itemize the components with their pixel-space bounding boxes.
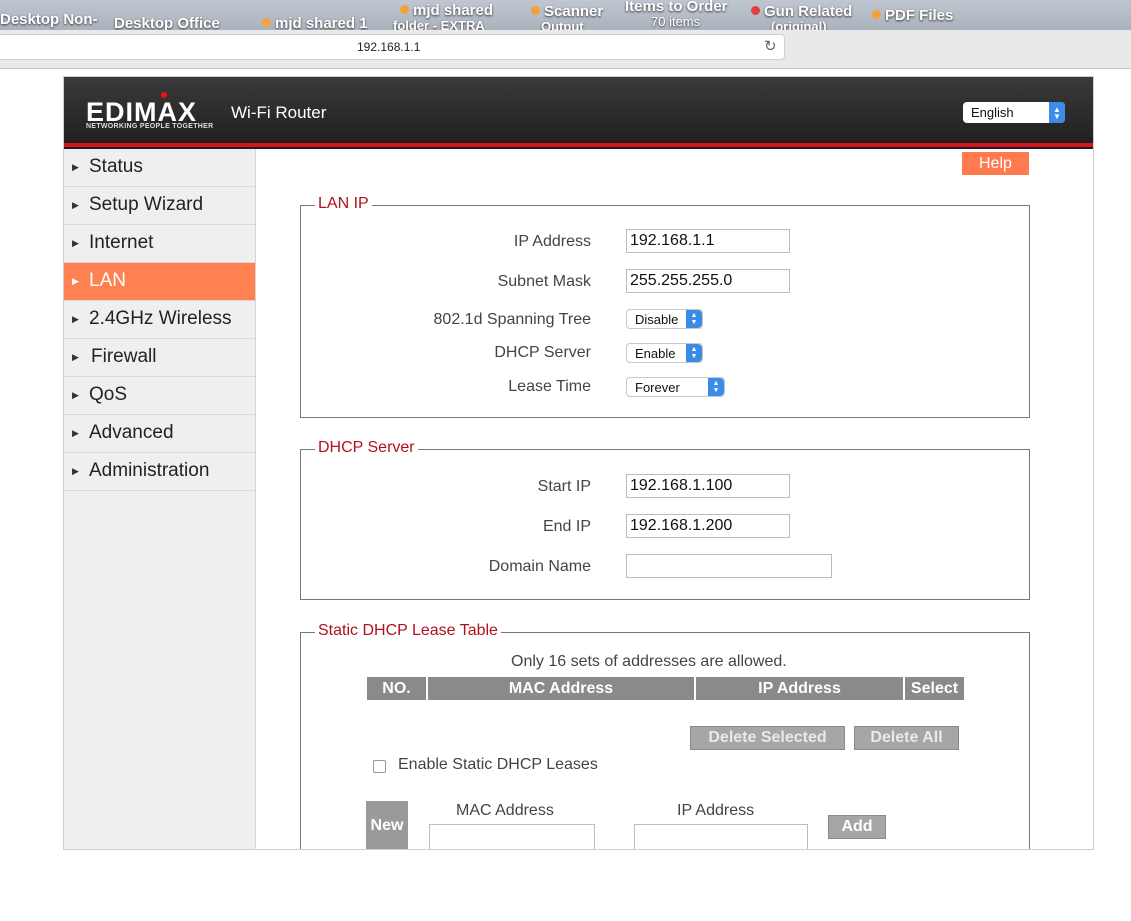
end-ip-label: End IP	[542, 518, 591, 535]
spanning-tree-label: 802.1d Spanning Tree	[433, 311, 591, 328]
static-dhcp-legend: Static DHCP Lease Table	[315, 622, 501, 640]
dhcp-server-select[interactable]: Enable ▲ ▼	[626, 343, 703, 363]
ip-address-label: IP Address	[513, 233, 591, 250]
spanning-tree-select[interactable]: Disable ▲ ▼	[626, 309, 703, 329]
sidebar-item-wireless[interactable]: ▶ 2.4GHz Wireless	[64, 301, 255, 339]
folder-dot-icon	[262, 18, 271, 27]
delete-all-button[interactable]: Delete All	[854, 726, 959, 750]
lease-limit-note: Only 16 sets of addresses are allowed.	[511, 653, 787, 670]
url-text: 192.168.1.1	[357, 40, 421, 54]
triangle-right-icon: ▶	[72, 466, 79, 476]
bookmark-scanner-output[interactable]: Scanner Output	[531, 4, 603, 30]
sidebar-item-status[interactable]: ▶ Status	[64, 149, 255, 187]
bookmark-mjd-shared-1[interactable]: mjd shared 1	[262, 16, 368, 30]
chevron-updown-icon: ▲ ▼	[686, 344, 702, 362]
triangle-right-icon: ▶	[72, 276, 79, 286]
lease-time-select[interactable]: Forever ▲ ▼	[626, 377, 725, 397]
folder-dot-icon	[400, 5, 409, 14]
start-ip-input[interactable]	[626, 474, 790, 498]
header-divider	[64, 143, 1093, 147]
ip-address-input[interactable]	[626, 229, 790, 253]
triangle-right-icon: ▶	[72, 314, 79, 324]
column-ip-address: IP Address	[696, 677, 904, 700]
bookmark-desktop-non[interactable]: Desktop Non-	[0, 12, 98, 27]
new-mac-address-input[interactable]	[429, 824, 595, 849]
subnet-mask-input[interactable]	[626, 269, 790, 293]
bookmark-mjd-shared-extra[interactable]: mjd shared folder - EXTRA	[393, 3, 493, 30]
product-title: Wi-Fi Router	[231, 103, 327, 122]
end-ip-input[interactable]	[626, 514, 790, 538]
sidebar-item-qos[interactable]: ▶ QoS	[64, 377, 255, 415]
router-page: EDIMAX NETWORKING PEOPLE TOGETHER Wi-Fi …	[63, 76, 1094, 850]
chevron-updown-icon: ▲ ▼	[1049, 102, 1065, 123]
triangle-right-icon: ▶	[72, 428, 79, 438]
reload-icon[interactable]: ↻	[764, 37, 777, 55]
folder-dot-icon	[751, 6, 760, 15]
enable-static-leases-label: Enable Static DHCP Leases	[398, 756, 598, 773]
new-ip-address-input[interactable]	[634, 824, 808, 849]
lan-ip-section: LAN IP IP Address Subnet Mask 802.1d Spa…	[300, 195, 1030, 418]
help-button[interactable]: Help	[962, 152, 1029, 175]
static-dhcp-section: Static DHCP Lease Table Only 16 sets of …	[300, 622, 1030, 849]
new-entry-label: New	[366, 801, 408, 849]
lease-time-label: Lease Time	[508, 378, 591, 395]
start-ip-label: Start IP	[537, 478, 591, 495]
delete-selected-button[interactable]: Delete Selected	[690, 726, 845, 750]
bookmark-desktop-office[interactable]: Desktop Office	[114, 16, 220, 30]
sidebar-item-advanced[interactable]: ▶ Advanced	[64, 415, 255, 453]
triangle-right-icon: ▶	[72, 238, 79, 248]
subnet-mask-label: Subnet Mask	[497, 273, 591, 290]
column-no: NO.	[367, 677, 427, 700]
new-mac-address-label: MAC Address	[456, 802, 554, 819]
sidebar-item-firewall[interactable]: ▶ Firewall	[64, 339, 255, 377]
bookmark-pdf-files[interactable]: PDF Files	[872, 8, 953, 23]
new-ip-address-label: IP Address	[677, 802, 755, 819]
lan-ip-legend: LAN IP	[315, 195, 372, 213]
triangle-right-icon: ▶	[72, 162, 79, 172]
folder-dot-icon	[531, 6, 540, 15]
dhcp-server-section: DHCP Server Start IP End IP Domain Name	[300, 439, 1030, 600]
chevron-updown-icon: ▲ ▼	[686, 310, 702, 328]
bookmark-items-to-order[interactable]: Items to Order 70 items	[625, 0, 728, 29]
sidebar-item-internet[interactable]: ▶ Internet	[64, 225, 255, 263]
sidebar-item-lan[interactable]: ▶ LAN	[64, 263, 255, 301]
sidebar-item-administration[interactable]: ▶ Administration	[64, 453, 255, 491]
enable-static-leases-checkbox[interactable]	[373, 760, 386, 773]
column-mac-address: MAC Address	[428, 677, 695, 700]
language-select[interactable]: English ▲ ▼	[963, 102, 1065, 123]
edimax-logo: EDIMAX NETWORKING PEOPLE TOGETHER	[86, 92, 216, 133]
domain-name-label: Domain Name	[488, 558, 591, 575]
dhcp-server-legend: DHCP Server	[315, 439, 418, 457]
add-button[interactable]: Add	[828, 815, 886, 839]
triangle-right-icon: ▶	[72, 390, 79, 400]
bookmarks-bar: Desktop Non- Desktop Office mjd shared 1…	[0, 0, 1131, 30]
folder-dot-icon	[872, 10, 881, 19]
column-select: Select	[905, 677, 964, 700]
sidebar: ▶ Status ▶ Setup Wizard ▶ Internet ▶ LAN ▶ 2.…	[64, 149, 256, 849]
chevron-updown-icon: ▲ ▼	[708, 378, 724, 396]
bookmark-gun-related[interactable]: Gun Related (original)	[751, 4, 852, 30]
dhcp-server-label: DHCP Server	[494, 344, 591, 361]
domain-name-input[interactable]	[626, 554, 832, 578]
sidebar-item-setup-wizard[interactable]: ▶ Setup Wizard	[64, 187, 255, 225]
browser-toolbar: 192.168.1.1 ↻	[0, 30, 1131, 69]
triangle-right-icon: ▶	[72, 200, 79, 210]
triangle-right-icon: ▶	[72, 352, 79, 362]
header: EDIMAX NETWORKING PEOPLE TOGETHER Wi-Fi …	[64, 77, 1093, 149]
address-bar[interactable]: 192.168.1.1 ↻	[0, 34, 785, 60]
